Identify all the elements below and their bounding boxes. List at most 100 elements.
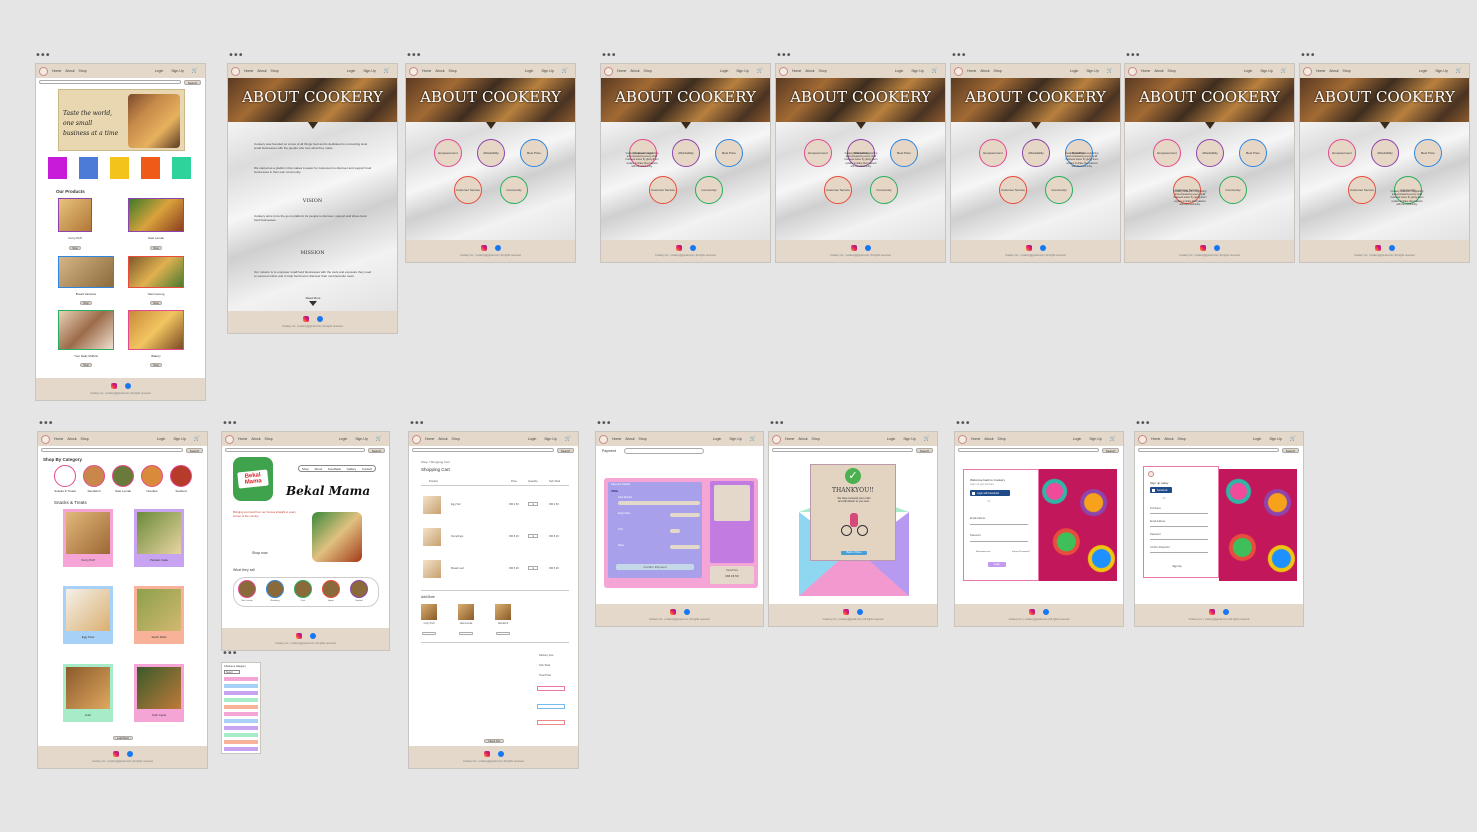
frame-menu-icon[interactable]: •••: [955, 419, 971, 429]
dropdown-option[interactable]: [224, 698, 258, 702]
nav-login[interactable]: Login: [1070, 69, 1079, 73]
nav-about[interactable]: About: [1329, 69, 1338, 73]
logo[interactable]: [599, 434, 608, 444]
nav-login[interactable]: Login: [155, 69, 164, 73]
dropdown-option[interactable]: [224, 705, 258, 709]
cart-icon[interactable]: 🛒: [192, 68, 198, 74]
cart-icon[interactable]: 🛒: [1290, 436, 1296, 442]
value-circle[interactable]: Community: [870, 176, 898, 204]
search-input[interactable]: [1138, 448, 1279, 452]
nav-home[interactable]: Home: [785, 437, 794, 441]
nav-shop[interactable]: Shop: [79, 69, 87, 73]
value-circle[interactable]: Empowerment: [804, 139, 832, 167]
nav-about[interactable]: About: [257, 69, 266, 73]
facebook-icon[interactable]: [497, 751, 504, 757]
nav-about[interactable]: About: [1164, 437, 1173, 441]
nav-signup[interactable]: Sign Up: [736, 69, 748, 73]
nav-shop[interactable]: Shop: [644, 69, 652, 73]
category-circle[interactable]: [83, 465, 105, 487]
value-circle[interactable]: Affordability: [672, 139, 700, 167]
logo[interactable]: [779, 66, 788, 76]
nav-login[interactable]: Login: [895, 69, 904, 73]
dropdown-option[interactable]: [224, 740, 258, 744]
remember-me-checkbox[interactable]: Remember me: [976, 551, 990, 553]
nav-shop[interactable]: Shop: [639, 437, 647, 441]
value-circle[interactable]: Best Price: [715, 139, 743, 167]
instagram-icon[interactable]: [675, 245, 682, 251]
cart-icon[interactable]: 🛒: [750, 436, 756, 442]
value-circle[interactable]: Community: [1045, 176, 1073, 204]
instagram-icon[interactable]: [483, 751, 490, 757]
nav-login[interactable]: Login: [1419, 69, 1428, 73]
cart-icon[interactable]: 🛒: [1456, 68, 1462, 74]
facebook-icon[interactable]: [1388, 245, 1395, 251]
nav-signup[interactable]: Sign Up: [1435, 69, 1447, 73]
sell-item-circle[interactable]: [294, 580, 312, 598]
category-tile[interactable]: [172, 157, 191, 179]
nav-login[interactable]: Login: [528, 437, 537, 441]
logo[interactable]: [39, 66, 48, 76]
logo[interactable]: [772, 434, 781, 444]
value-circle[interactable]: Community: [1219, 176, 1247, 204]
email-field[interactable]: [970, 524, 1028, 525]
nav-login[interactable]: Login: [157, 437, 166, 441]
search-input[interactable]: [772, 448, 913, 452]
cart-icon[interactable]: 🛒: [565, 436, 571, 442]
nav-shop[interactable]: Shop: [998, 437, 1006, 441]
nav-shop[interactable]: Shop: [271, 69, 279, 73]
value-circle[interactable]: Empowerment: [1328, 139, 1356, 167]
nav-login[interactable]: Login: [887, 437, 896, 441]
cart-icon[interactable]: 🛒: [1110, 436, 1116, 442]
nav-home[interactable]: Home: [612, 437, 621, 441]
read-more-link[interactable]: Read More: [303, 296, 323, 300]
frame-menu-icon[interactable]: •••: [769, 419, 785, 429]
value-circle[interactable]: Affordability: [1196, 139, 1224, 167]
nav-signup[interactable]: Sign Up: [903, 437, 915, 441]
sell-item-circle[interactable]: [350, 580, 368, 598]
dropdown-option[interactable]: [224, 691, 258, 695]
logo[interactable]: [958, 434, 967, 444]
vendor-tab[interactable]: Feedback: [328, 467, 341, 471]
expiry-input[interactable]: [670, 513, 700, 517]
cart-icon[interactable]: 🛒: [924, 436, 930, 442]
search-input[interactable]: [225, 448, 365, 452]
nav-shop[interactable]: Shop: [265, 437, 273, 441]
signup-submit-button[interactable]: Sign Up: [1168, 564, 1186, 569]
nav-signup[interactable]: Sign Up: [541, 69, 553, 73]
vendor-tab[interactable]: About: [314, 467, 322, 471]
dropdown-option[interactable]: [224, 684, 258, 688]
facebook-icon[interactable]: [857, 609, 863, 615]
frame-menu-icon[interactable]: •••: [596, 419, 612, 429]
nav-home[interactable]: Home: [617, 69, 626, 73]
value-circle[interactable]: Best Price: [1414, 139, 1442, 167]
nav-login[interactable]: Login: [1253, 437, 1262, 441]
cart-icon[interactable]: 🛒: [932, 68, 938, 74]
back-home-button[interactable]: Back to Home: [841, 551, 867, 555]
dropdown-option[interactable]: [224, 733, 258, 737]
facebook-icon[interactable]: [126, 751, 133, 757]
nav-login[interactable]: Login: [347, 69, 356, 73]
product-image[interactable]: [58, 198, 92, 232]
nav-home[interactable]: Home: [425, 437, 434, 441]
frame-menu-icon[interactable]: •••: [35, 51, 51, 61]
cvv-input[interactable]: [670, 529, 680, 533]
nav-about[interactable]: About: [980, 69, 989, 73]
nav-signup[interactable]: Sign Up: [363, 69, 375, 73]
instagram-icon[interactable]: [1029, 609, 1035, 615]
nav-signup[interactable]: Sign Up: [1269, 437, 1281, 441]
instagram-icon[interactable]: [843, 609, 849, 615]
nav-home[interactable]: Home: [971, 437, 980, 441]
instagram-icon[interactable]: [1199, 245, 1206, 251]
instagram-icon[interactable]: [295, 633, 302, 639]
nav-signup[interactable]: Sign Up: [1089, 437, 1101, 441]
search-input[interactable]: [41, 448, 183, 452]
password-field[interactable]: [970, 541, 1028, 542]
product-image[interactable]: [128, 256, 184, 288]
nav-shop[interactable]: Shop: [1168, 69, 1176, 73]
confirm-payment-button[interactable]: Confirm Payment: [616, 564, 694, 570]
cart-icon[interactable]: 🛒: [757, 68, 763, 74]
search-button[interactable]: Search: [368, 447, 385, 453]
nav-about[interactable]: About: [984, 437, 993, 441]
facebook-icon[interactable]: [1223, 609, 1229, 615]
search-input[interactable]: [412, 448, 554, 452]
